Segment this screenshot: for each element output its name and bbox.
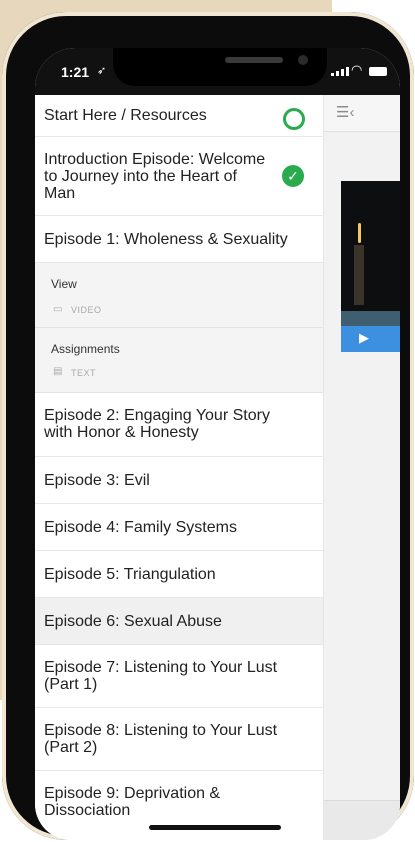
content-panel: ☰‹ ▶: [324, 95, 400, 840]
item-label: Episode 5: Triangulation: [44, 566, 216, 583]
notch: [113, 48, 327, 86]
item-label: Episode 1: Wholeness & Sexuality: [44, 231, 288, 248]
candle: [354, 245, 364, 305]
list-item-selected[interactable]: Episode 6: Sexual Abuse: [35, 598, 323, 645]
status-bar: 1:21 ➶ ◠: [35, 48, 400, 95]
item-label: Episode 2: Engaging Your Story with Hono…: [44, 407, 270, 441]
video-control-bar[interactable]: ▶: [341, 326, 400, 352]
list-item[interactable]: Start Here / Resources: [35, 95, 323, 137]
item-label: Episode 8: Listening to Your Lust (Part …: [44, 722, 278, 756]
incomplete-circle-icon: [283, 108, 305, 130]
list-item[interactable]: Episode 4: Family Systems: [35, 504, 323, 551]
sub-item-tag: TEXT: [71, 368, 97, 378]
video-scene-table: [341, 311, 400, 326]
item-label: Episode 3: Evil: [44, 472, 150, 489]
item-label: Episode 6: Sexual Abuse: [44, 613, 222, 630]
status-time: 1:21: [61, 64, 90, 80]
sub-item-assignments[interactable]: Assignments ▤ TEXT: [35, 328, 323, 393]
front-camera: [298, 55, 308, 65]
complete-check-icon: ✓: [282, 165, 304, 187]
item-label: Episode 7: Listening to Your Lust (Part …: [44, 659, 278, 693]
episode-list: Start Here / Resources Introduction Epis…: [35, 95, 324, 840]
list-item[interactable]: Introduction Episode: Welcome to Journey…: [35, 137, 323, 216]
list-item[interactable]: Episode 2: Engaging Your Story with Hono…: [35, 393, 323, 457]
item-label: Episode 9: Deprivation & Dissociation: [44, 785, 221, 819]
wifi-icon: ◠: [351, 62, 363, 77]
sub-item-title: View: [51, 277, 77, 291]
speaker: [225, 57, 283, 63]
phone-frame: 1:21 ➶ ◠ Start Here / Resources Introduc…: [2, 12, 414, 840]
list-item[interactable]: Episode 5: Triangulation: [35, 551, 323, 598]
sub-item-view[interactable]: View ▭ VIDEO: [35, 263, 323, 328]
list-item[interactable]: Episode 7: Listening to Your Lust (Part …: [35, 645, 323, 708]
sub-item-tag: VIDEO: [71, 305, 102, 315]
sub-item-title: Assignments: [51, 342, 120, 356]
signal-icon: [331, 67, 349, 76]
item-label: Episode 4: Family Systems: [44, 519, 237, 536]
candle-flame: [358, 223, 361, 243]
item-label: Introduction Episode: Welcome to Journey…: [44, 151, 266, 202]
panel-toolbar: ☰‹: [324, 95, 400, 132]
collapse-panel-icon[interactable]: ☰‹: [336, 103, 354, 121]
list-item[interactable]: Episode 3: Evil: [35, 457, 323, 504]
list-item[interactable]: Episode 1: Wholeness & Sexuality: [35, 216, 323, 263]
document-icon: ▤: [53, 366, 63, 377]
video-thumbnail[interactable]: [341, 181, 400, 326]
video-camera-icon: ▭: [53, 304, 63, 315]
phone-screen: 1:21 ➶ ◠ Start Here / Resources Introduc…: [35, 48, 400, 840]
location-arrow-icon: ➶: [97, 65, 107, 77]
list-item[interactable]: Episode 8: Listening to Your Lust (Part …: [35, 708, 323, 771]
home-indicator[interactable]: [149, 825, 281, 830]
battery-icon: [369, 67, 387, 76]
play-icon[interactable]: ▶: [359, 330, 369, 346]
panel-footer: [324, 800, 400, 840]
item-label: Start Here / Resources: [44, 107, 207, 124]
